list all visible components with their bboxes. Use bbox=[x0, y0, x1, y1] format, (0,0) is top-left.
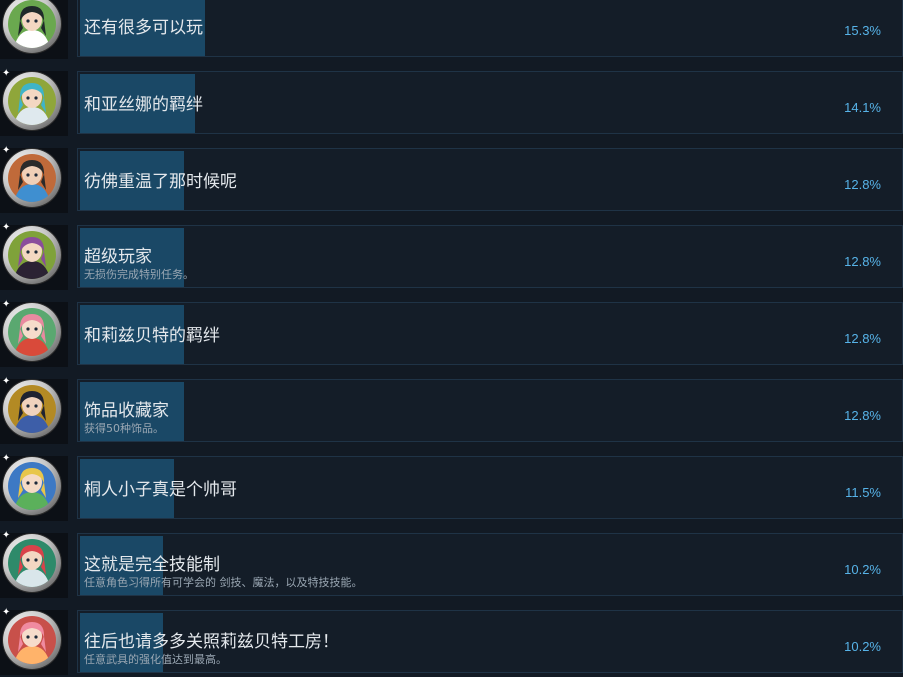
achievement-name: 饰品收藏家 bbox=[84, 401, 169, 421]
achievement-row[interactable]: ✦ 饰品收藏家 获得50种饰品。 12.8% bbox=[0, 376, 903, 444]
unlock-percentage: 15.3% bbox=[844, 23, 881, 38]
unlock-percentage: 12.8% bbox=[844, 254, 881, 269]
achievement-row[interactable]: ✦ 和莉兹贝特的羁绊 12.8% bbox=[0, 299, 903, 367]
achievement-icon-frame: ✦ bbox=[0, 68, 68, 136]
achievement-card: 和莉兹贝特的羁绊 12.8% bbox=[77, 302, 903, 365]
portrait-art bbox=[8, 77, 56, 125]
portrait-art bbox=[8, 0, 56, 48]
unlock-percentage: 14.1% bbox=[844, 100, 881, 115]
achievement-description: 获得50种饰品。 bbox=[84, 422, 164, 435]
achievement-icon-frame: ✦ bbox=[0, 145, 68, 213]
achievement-row[interactable]: ✦ 桐人小子真是个帅哥 11.5% bbox=[0, 453, 903, 521]
character-portrait-icon bbox=[3, 226, 61, 284]
achievement-list: ✦ 还有很多可以玩 15.3% ✦ 和亚丝娜的羁绊 14.1% ✦ 彷佛重温了那时候呢 12.8… bbox=[0, 0, 903, 677]
unlock-percentage: 11.5% bbox=[845, 485, 881, 500]
sparkle-icon: ✦ bbox=[2, 299, 11, 310]
achievement-row[interactable]: ✦ 超级玩家 无损伤完成特别任务。 12.8% bbox=[0, 222, 903, 290]
sparkle-icon: ✦ bbox=[2, 453, 11, 464]
achievement-name: 超级玩家 bbox=[84, 247, 152, 267]
sparkle-icon: ✦ bbox=[2, 0, 10, 2]
unlock-percentage: 10.2% bbox=[844, 639, 881, 654]
sparkle-icon: ✦ bbox=[2, 376, 11, 387]
portrait-art bbox=[8, 308, 56, 356]
portrait-art bbox=[8, 616, 56, 664]
achievement-card: 桐人小子真是个帅哥 11.5% bbox=[77, 456, 903, 519]
achievement-card: 饰品收藏家 获得50种饰品。 12.8% bbox=[77, 379, 903, 442]
achievement-name: 还有很多可以玩 bbox=[84, 18, 203, 38]
portrait-art bbox=[8, 385, 56, 433]
achievement-card: 往后也请多多关照莉兹贝特工房！ 任意武具的强化值达到最高。 10.2% bbox=[77, 610, 903, 673]
sparkle-icon: ✦ bbox=[2, 530, 11, 541]
achievement-name: 和亚丝娜的羁绊 bbox=[84, 95, 203, 115]
achievement-card: 和亚丝娜的羁绊 14.1% bbox=[77, 71, 903, 134]
sparkle-icon: ✦ bbox=[2, 222, 11, 233]
achievement-row[interactable]: ✦ 往后也请多多关照莉兹贝特工房！ 任意武具的强化值达到最高。 10.2% bbox=[0, 607, 903, 675]
portrait-art bbox=[8, 231, 56, 279]
sparkle-icon: ✦ bbox=[2, 68, 11, 79]
unlock-percentage: 12.8% bbox=[844, 177, 881, 192]
achievement-name: 往后也请多多关照莉兹贝特工房！ bbox=[84, 632, 339, 652]
achievement-card: 还有很多可以玩 15.3% bbox=[77, 0, 903, 57]
character-portrait-icon bbox=[3, 534, 61, 592]
sparkle-icon: ✦ bbox=[2, 145, 11, 156]
portrait-art bbox=[8, 154, 56, 202]
portrait-art bbox=[8, 462, 56, 510]
achievement-icon-frame: ✦ bbox=[0, 607, 68, 675]
achievement-name: 这就是完全技能制 bbox=[84, 555, 220, 575]
achievement-row[interactable]: ✦ 彷佛重温了那时候呢 12.8% bbox=[0, 145, 903, 213]
achievement-icon-frame: ✦ bbox=[0, 0, 68, 59]
achievement-row[interactable]: ✦ 这就是完全技能制 任意角色习得所有可学会的 剑技、魔法，以及特技技能。 10.2% bbox=[0, 530, 903, 598]
achievement-card: 超级玩家 无损伤完成特别任务。 12.8% bbox=[77, 225, 903, 288]
achievement-icon-frame: ✦ bbox=[0, 222, 68, 290]
achievement-description: 任意武具的强化值达到最高。 bbox=[84, 653, 227, 666]
achievement-name: 桐人小子真是个帅哥 bbox=[84, 480, 237, 500]
achievement-description: 无损伤完成特别任务。 bbox=[84, 268, 194, 281]
character-portrait-icon bbox=[3, 457, 61, 515]
achievement-description: 任意角色习得所有可学会的 剑技、魔法，以及特技技能。 bbox=[84, 576, 363, 589]
achievement-card: 这就是完全技能制 任意角色习得所有可学会的 剑技、魔法，以及特技技能。 10.2% bbox=[77, 533, 903, 596]
character-portrait-icon bbox=[3, 611, 61, 669]
achievement-icon-frame: ✦ bbox=[0, 299, 68, 367]
portrait-art bbox=[8, 539, 56, 587]
achievement-card: 彷佛重温了那时候呢 12.8% bbox=[77, 148, 903, 211]
unlock-percentage: 10.2% bbox=[844, 562, 881, 577]
character-portrait-icon bbox=[3, 0, 61, 53]
achievement-name: 和莉兹贝特的羁绊 bbox=[84, 326, 220, 346]
achievement-row[interactable]: ✦ 还有很多可以玩 15.3% bbox=[0, 0, 903, 59]
achievement-row[interactable]: ✦ 和亚丝娜的羁绊 14.1% bbox=[0, 68, 903, 136]
unlock-percentage: 12.8% bbox=[844, 331, 881, 346]
unlock-percentage: 12.8% bbox=[844, 408, 881, 423]
character-portrait-icon bbox=[3, 380, 61, 438]
character-portrait-icon bbox=[3, 149, 61, 207]
achievement-icon-frame: ✦ bbox=[0, 530, 68, 598]
sparkle-icon: ✦ bbox=[2, 607, 11, 618]
achievement-icon-frame: ✦ bbox=[0, 376, 68, 444]
achievement-icon-frame: ✦ bbox=[0, 453, 68, 521]
character-portrait-icon bbox=[3, 303, 61, 361]
achievement-name: 彷佛重温了那时候呢 bbox=[84, 172, 237, 192]
character-portrait-icon bbox=[3, 72, 61, 130]
